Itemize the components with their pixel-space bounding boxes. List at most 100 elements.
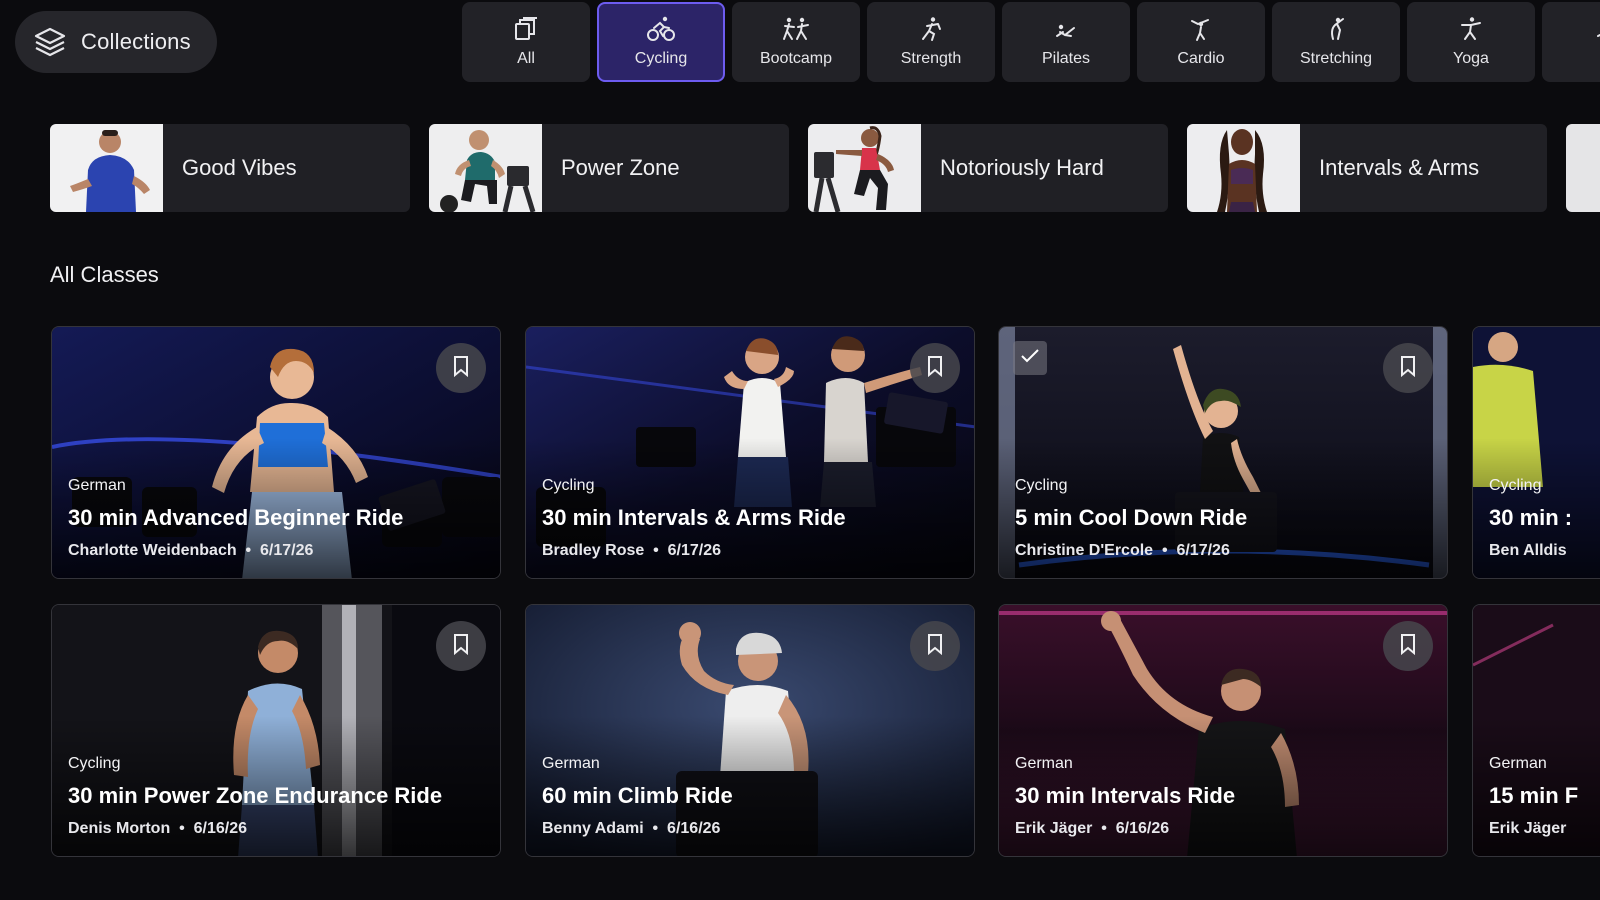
collection-name: Notoriously Hard bbox=[940, 155, 1104, 180]
collection-thumbnail bbox=[1187, 124, 1300, 212]
collections-label: Collections bbox=[81, 29, 191, 54]
class-meta: German 60 min Climb Ride Benny Adami • 6… bbox=[542, 755, 958, 838]
class-title: 30 min Intervals Ride bbox=[1015, 783, 1236, 808]
section-title-all-classes: All Classes bbox=[50, 262, 159, 287]
instructor-name: Erik Jäger bbox=[1015, 820, 1093, 837]
class-subtitle: Erik Jäger • 6/16/26 bbox=[1015, 820, 1170, 837]
class-category: Cycling bbox=[1015, 477, 1068, 494]
bookmark-button[interactable] bbox=[1383, 343, 1433, 393]
class-subtitle: Denis Morton • 6/16/26 bbox=[68, 820, 247, 837]
class-category: German bbox=[542, 755, 600, 772]
yoga-icon bbox=[1458, 16, 1484, 42]
tab-meditation[interactable]: M bbox=[1542, 2, 1600, 82]
bookmark-icon bbox=[453, 355, 469, 382]
class-subtitle: Christine D'Ercole • 6/17/26 bbox=[1015, 542, 1230, 559]
tab-bootcamp[interactable]: Bootcamp bbox=[732, 2, 860, 82]
bookmark-button[interactable] bbox=[436, 621, 486, 671]
class-category: German bbox=[68, 477, 126, 494]
collection-card-intervals-arms[interactable]: Intervals & Arms bbox=[1187, 124, 1547, 212]
instructor-name: Charlotte Weidenbach bbox=[68, 542, 237, 559]
app-root: Collections All Cycling Bootcamp Strengt… bbox=[0, 0, 1600, 900]
collection-card-notoriously-hard[interactable]: Notoriously Hard bbox=[808, 124, 1168, 212]
collection-thumbnail bbox=[808, 124, 921, 212]
collection-card-power-zone[interactable]: Power Zone bbox=[429, 124, 789, 212]
collection-card-good-vibes[interactable]: Good Vibes bbox=[50, 124, 410, 212]
tab-pilates[interactable]: Pilates bbox=[1002, 2, 1130, 82]
class-card[interactable]: Cycling 5 min Cool Down Ride Christine D… bbox=[998, 326, 1448, 579]
bookmark-icon bbox=[927, 633, 943, 660]
class-card[interactable]: Cycling 30 min : Ben Alldis bbox=[1472, 326, 1600, 579]
class-meta: German 30 min Advanced Beginner Ride Cha… bbox=[68, 477, 484, 560]
class-subtitle: Ben Alldis bbox=[1489, 542, 1600, 560]
class-meta: Cycling 30 min Intervals & Arms Ride Bra… bbox=[542, 477, 958, 560]
class-meta: Cycling 30 min : Ben Alldis bbox=[1489, 477, 1600, 560]
tab-yoga[interactable]: Yoga bbox=[1407, 2, 1535, 82]
class-subtitle: Charlotte Weidenbach • 6/17/26 bbox=[68, 542, 314, 559]
class-title: 60 min Climb Ride bbox=[542, 783, 733, 808]
checkmark-icon bbox=[1020, 348, 1040, 369]
bookmark-button[interactable] bbox=[436, 343, 486, 393]
instructor-name: Bradley Rose bbox=[542, 542, 645, 559]
collection-name: Good Vibes bbox=[182, 155, 297, 180]
class-title: 30 min : bbox=[1489, 505, 1573, 530]
instructor-name: Denis Morton bbox=[68, 820, 171, 837]
class-subtitle: Benny Adami • 6/16/26 bbox=[542, 820, 721, 837]
meditation-icon bbox=[1593, 16, 1600, 42]
tab-label: Strength bbox=[900, 50, 962, 67]
cycling-icon bbox=[646, 16, 676, 42]
class-title: 30 min Advanced Beginner Ride bbox=[68, 505, 404, 530]
class-title: 30 min Intervals & Arms Ride bbox=[542, 505, 846, 530]
instructor-name: Ben Alldis bbox=[1489, 542, 1567, 559]
layers-icon bbox=[33, 25, 67, 59]
tab-all[interactable]: All bbox=[462, 2, 590, 82]
class-card[interactable]: German 60 min Climb Ride Benny Adami • 6… bbox=[525, 604, 975, 857]
class-title: 30 min Power Zone Endurance Ride bbox=[68, 783, 443, 808]
class-date: 6/17/26 bbox=[260, 542, 314, 559]
bootcamp-icon bbox=[781, 16, 811, 42]
class-card[interactable]: German 15 min F Erik Jäger bbox=[1472, 604, 1600, 857]
class-card[interactable]: Cycling 30 min Power Zone Endurance Ride… bbox=[51, 604, 501, 857]
bookmark-icon bbox=[1400, 633, 1416, 660]
instructor-name: Erik Jäger bbox=[1489, 820, 1567, 837]
collections-button[interactable]: Collections bbox=[15, 11, 217, 73]
instructor-name: Benny Adami bbox=[542, 820, 644, 837]
class-date: 6/16/26 bbox=[1115, 820, 1170, 837]
class-card[interactable]: German 30 min Advanced Beginner Ride Cha… bbox=[51, 326, 501, 579]
bookmark-icon bbox=[927, 355, 943, 382]
category-tabs: All Cycling Bootcamp Strength Pilates Ca… bbox=[462, 2, 1600, 82]
class-date: 6/17/26 bbox=[667, 542, 722, 559]
completed-badge bbox=[1013, 341, 1047, 375]
strength-icon bbox=[918, 16, 944, 42]
bookmark-button[interactable] bbox=[910, 621, 960, 671]
class-category: German bbox=[1489, 755, 1547, 772]
tab-label: Bootcamp bbox=[759, 50, 833, 67]
bookmark-button[interactable] bbox=[910, 343, 960, 393]
collections-row: Good Vibes Power Zone Notoriously Hard I… bbox=[50, 124, 1600, 212]
pilates-icon bbox=[1053, 16, 1079, 42]
class-title: 15 min F bbox=[1489, 783, 1579, 808]
class-subtitle: Bradley Rose • 6/17/26 bbox=[542, 542, 722, 559]
tab-strength[interactable]: Strength bbox=[867, 2, 995, 82]
class-category: Cycling bbox=[68, 755, 121, 772]
collection-card-partial[interactable] bbox=[1566, 124, 1600, 212]
tab-cardio[interactable]: Cardio bbox=[1137, 2, 1265, 82]
tab-label: Yoga bbox=[1453, 50, 1489, 67]
class-card[interactable]: Cycling 30 min Intervals & Arms Ride Bra… bbox=[525, 326, 975, 579]
tab-label: Cardio bbox=[1177, 50, 1225, 67]
class-category: German bbox=[1015, 755, 1073, 772]
class-category: Cycling bbox=[542, 477, 595, 494]
collection-thumbnail bbox=[50, 124, 163, 212]
tab-label: Cycling bbox=[634, 50, 688, 67]
tab-cycling[interactable]: Cycling bbox=[597, 2, 725, 82]
tab-label: All bbox=[517, 50, 535, 67]
collection-thumbnail bbox=[1566, 124, 1600, 212]
class-card[interactable]: German 30 min Intervals Ride Erik Jäger … bbox=[998, 604, 1448, 857]
tab-label: Stretching bbox=[1299, 50, 1373, 67]
collection-name: Intervals & Arms bbox=[1319, 155, 1480, 180]
tab-stretching[interactable]: Stretching bbox=[1272, 2, 1400, 82]
class-meta: Cycling 5 min Cool Down Ride Christine D… bbox=[1015, 477, 1431, 560]
bookmark-button[interactable] bbox=[1383, 621, 1433, 671]
tab-label: Pilates bbox=[1041, 50, 1091, 67]
class-title: 5 min Cool Down Ride bbox=[1015, 505, 1248, 530]
class-date: 6/16/26 bbox=[667, 820, 721, 837]
